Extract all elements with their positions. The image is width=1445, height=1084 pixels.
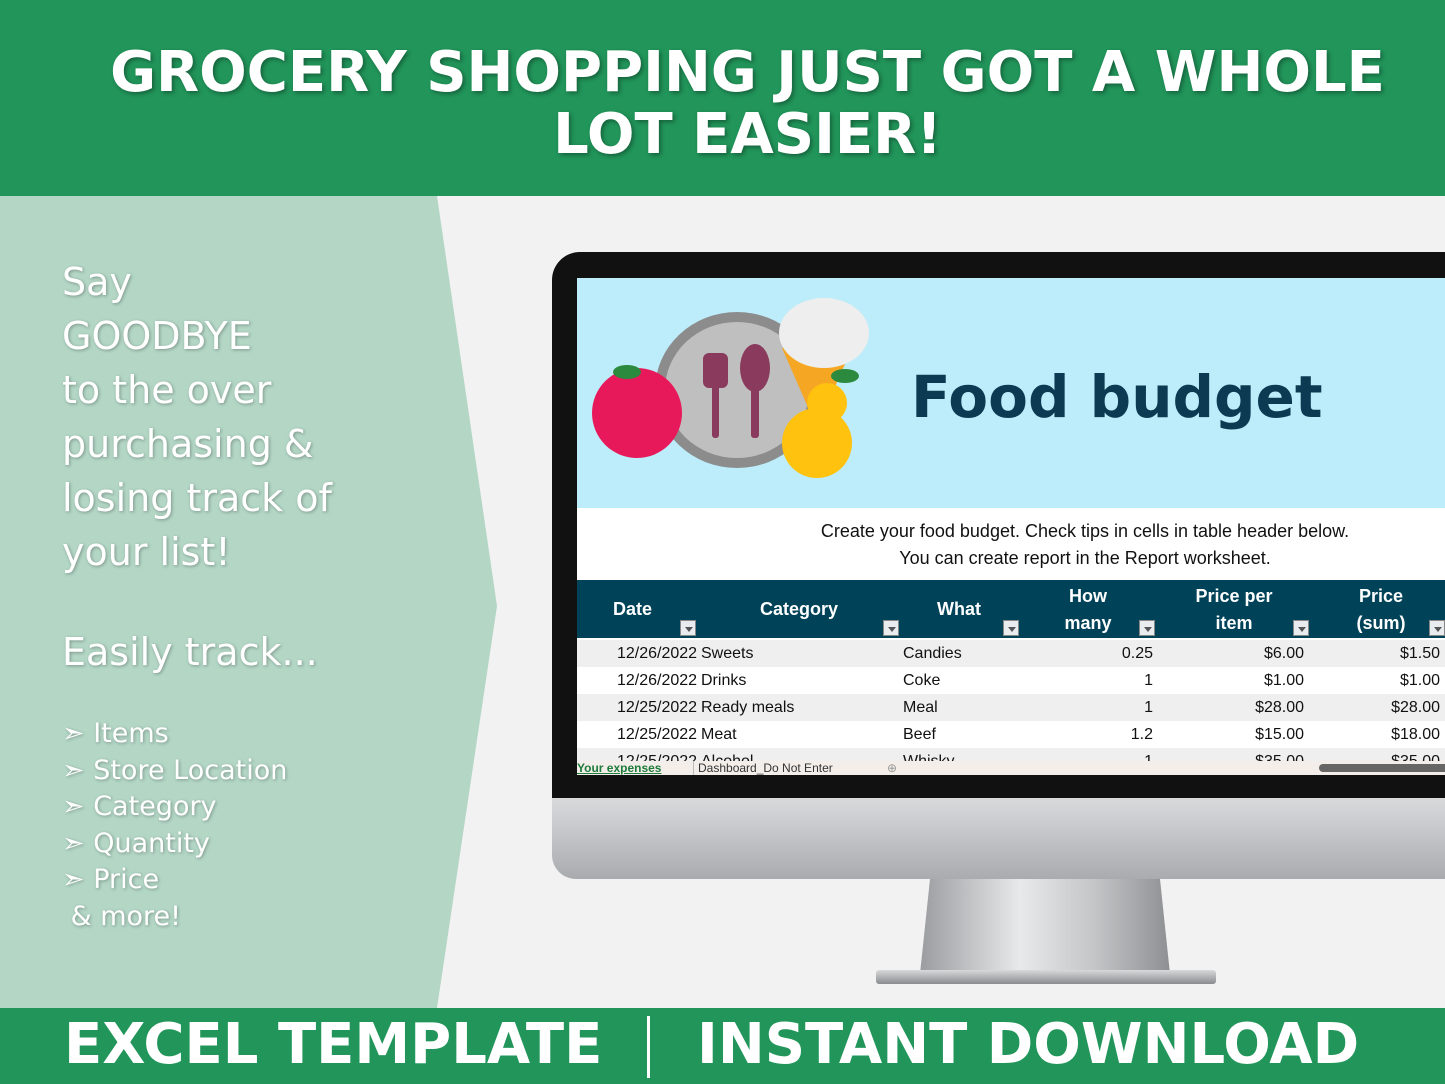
tab-dashboard[interactable]: Dashboard_Do Not Enter: [693, 761, 833, 775]
spreadsheet-screen: Food budget Create your food budget. Che…: [577, 278, 1445, 775]
table-cell[interactable]: Drinks: [701, 667, 746, 694]
pitch-line: your list!: [62, 530, 231, 574]
col-what: What: [937, 599, 981, 619]
feature-item: ➣ Items: [62, 718, 169, 749]
filter-dropdown[interactable]: [883, 620, 899, 636]
table-cell[interactable]: Candies: [903, 640, 962, 667]
table-cell[interactable]: 1.2: [1131, 721, 1153, 748]
col-how-many: How many: [1064, 586, 1112, 633]
table-cell[interactable]: Sweets: [701, 640, 753, 667]
table-header: Date Category What How many Price per it…: [577, 580, 1445, 638]
monitor-chin: [552, 798, 1445, 879]
sheet-banner: Food budget: [577, 278, 1445, 508]
feature-item: ➣ Quantity: [62, 827, 210, 859]
table-cell[interactable]: $18.00: [1391, 721, 1440, 748]
filter-dropdown[interactable]: [1429, 620, 1445, 636]
table-cell[interactable]: Beef: [903, 721, 936, 748]
table-cell[interactable]: $15.00: [1255, 721, 1304, 748]
table-row: 12/25/2022 Meat Beef 1.2 $15.00 $18.00: [577, 721, 1445, 748]
plate-fruit-icon: [592, 298, 869, 478]
table-cell[interactable]: 1: [1144, 667, 1153, 694]
table-cell[interactable]: $1.50: [1400, 640, 1440, 667]
sheet-tabs-bar: Your expenses Dashboard_Do Not Enter ⊕: [577, 761, 1445, 775]
filter-dropdown[interactable]: [1293, 620, 1309, 636]
feature-item: & more!: [62, 900, 181, 932]
table-cell[interactable]: Ready meals: [701, 694, 794, 721]
footer-band: EXCEL TEMPLATE INSTANT DOWNLOAD: [0, 1008, 1445, 1084]
tab-your-expenses[interactable]: Your expenses: [577, 761, 661, 775]
feature-list: ➣ Items ➣ Store Location ➣ Category ➣ Qu…: [62, 716, 287, 935]
col-price-per-item: Price per item: [1195, 586, 1273, 633]
tip-line: Create your food budget. Check tips in c…: [820, 521, 1350, 541]
col-date: Date: [613, 599, 653, 619]
pitch-line: losing track of: [62, 476, 332, 520]
sheet-title: Food budget: [911, 363, 1323, 431]
table-cell[interactable]: $1.00: [1264, 667, 1304, 694]
feature-item: ➣ Store Location: [62, 754, 288, 786]
col-price-sum: Price (sum): [1356, 586, 1406, 633]
footer-right: INSTANT DOWNLOAD: [697, 1012, 1360, 1077]
pitch-line: GOODBYE: [62, 314, 252, 358]
add-sheet-icon[interactable]: ⊕: [887, 761, 897, 775]
easily-track-heading: Easily track...: [62, 630, 318, 674]
table-row: 12/25/2022 Ready meals Meal 1 $28.00 $28.00: [577, 694, 1445, 721]
table-cell[interactable]: 12/26/2022: [617, 667, 697, 694]
table-cell[interactable]: 12/25/2022: [617, 721, 697, 748]
pitch-text: Say GOODBYE to the over purchasing & los…: [62, 255, 332, 579]
table-cell[interactable]: 1: [1144, 694, 1153, 721]
table-cell[interactable]: 12/26/2022: [617, 640, 697, 667]
monitor-stand: [920, 879, 1170, 974]
table-cell[interactable]: Meat: [701, 721, 737, 748]
feature-item: ➣ Price: [62, 864, 160, 895]
headline: GROCERY SHOPPING JUST GOT A WHOLE LOT EA…: [0, 0, 1445, 196]
table-cell[interactable]: $6.00: [1264, 640, 1304, 667]
horizontal-scrollbar[interactable]: [1319, 764, 1445, 772]
pitch-line: Say: [62, 260, 132, 304]
feature-item: ➣ Category: [62, 791, 217, 822]
table-cell[interactable]: $28.00: [1255, 694, 1304, 721]
pitch-line: purchasing &: [62, 422, 314, 466]
sheet-tips: Create your food budget. Check tips in c…: [577, 518, 1445, 572]
pitch-line: to the over: [62, 368, 272, 412]
table-cell[interactable]: Coke: [903, 667, 940, 694]
filter-dropdown[interactable]: [680, 620, 696, 636]
filter-dropdown[interactable]: [1003, 620, 1019, 636]
table-cell[interactable]: $28.00: [1391, 694, 1440, 721]
table-cell[interactable]: Meal: [903, 694, 938, 721]
filter-dropdown[interactable]: [1139, 620, 1155, 636]
footer-divider: [647, 1016, 650, 1078]
footer-left: EXCEL TEMPLATE: [64, 1012, 603, 1077]
table-cell[interactable]: 12/25/2022: [617, 694, 697, 721]
monitor-foot: [876, 970, 1216, 984]
table-row: 12/26/2022 Sweets Candies 0.25 $6.00 $1.50: [577, 640, 1445, 667]
table-row: 12/26/2022 Drinks Coke 1 $1.00 $1.00: [577, 667, 1445, 694]
tip-line: You can create report in the Report work…: [899, 548, 1271, 568]
col-category: Category: [760, 599, 839, 619]
table-cell[interactable]: $1.00: [1400, 667, 1440, 694]
table-cell[interactable]: 0.25: [1122, 640, 1153, 667]
